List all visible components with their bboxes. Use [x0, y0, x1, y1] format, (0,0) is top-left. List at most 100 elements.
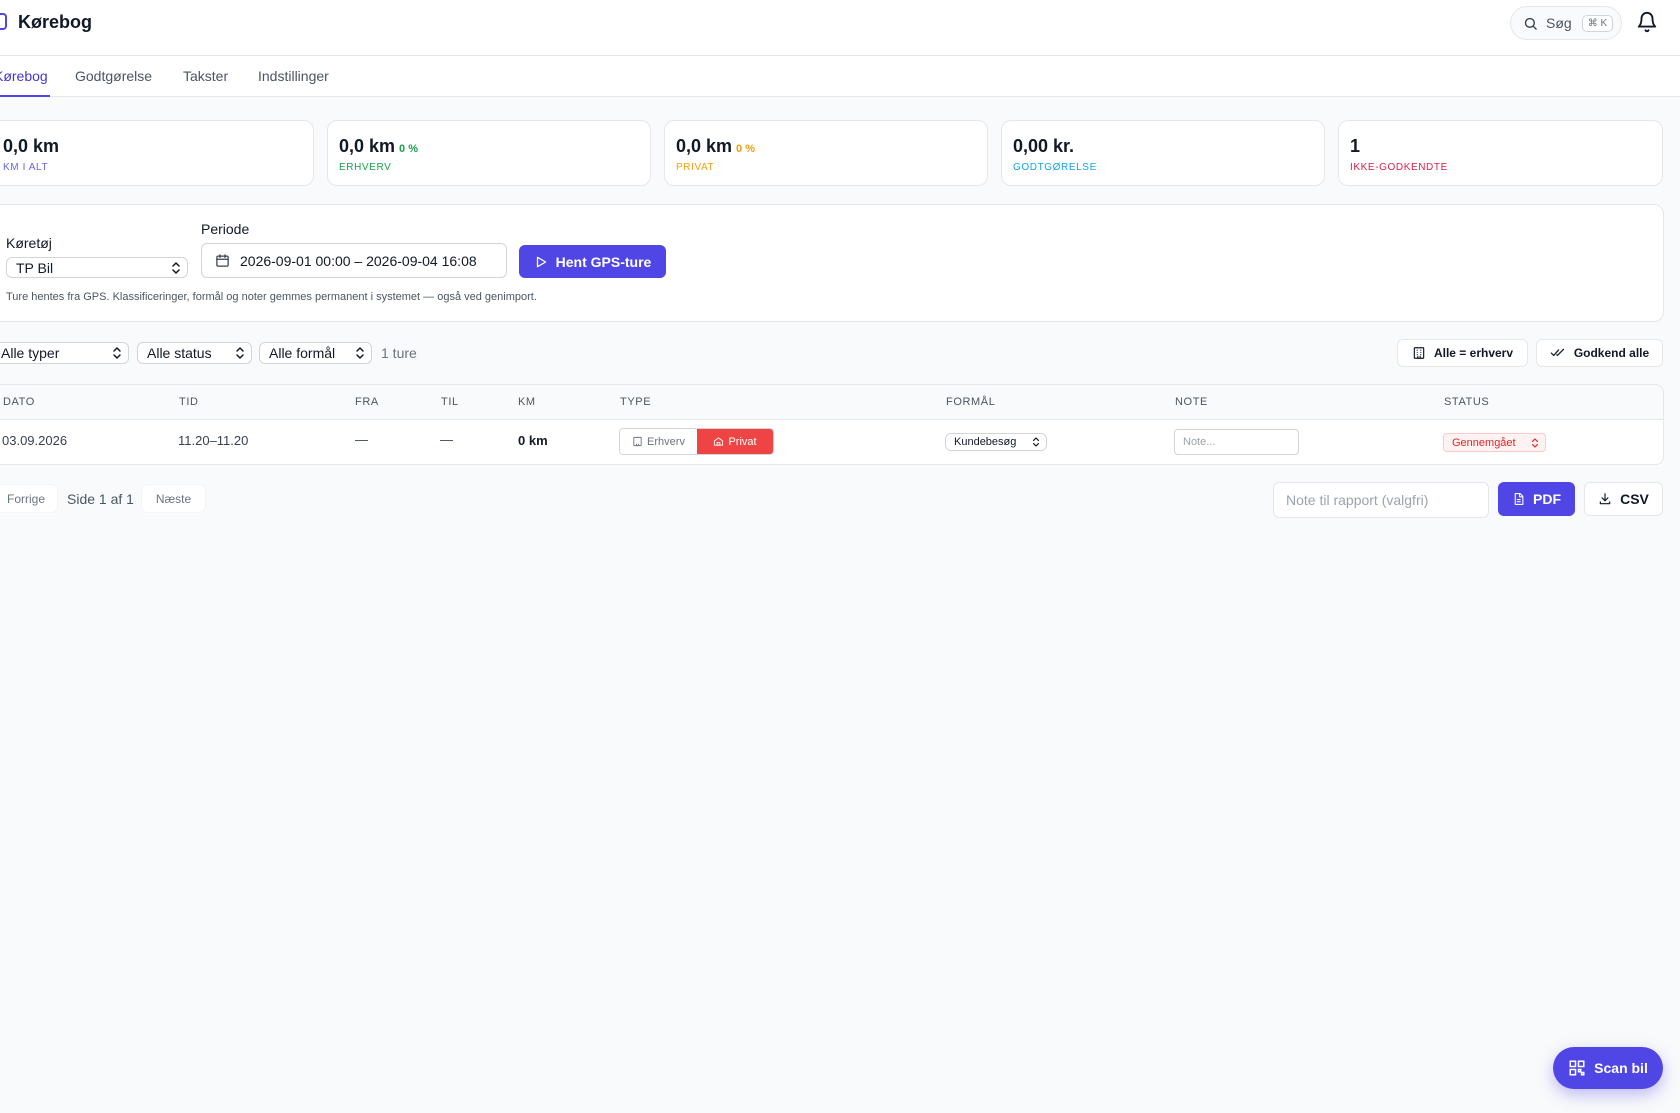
- trip-count: 1 ture: [381, 345, 417, 361]
- stat-label: IKKE-GODKENDTE: [1350, 162, 1448, 173]
- export-pdf-button[interactable]: PDF: [1498, 482, 1575, 516]
- status-select[interactable]: Gennemgået: [1443, 433, 1546, 452]
- export-csv-button[interactable]: CSV: [1584, 482, 1663, 516]
- stat-value: 0,0 km: [3, 136, 60, 156]
- scan-vehicle-button[interactable]: Scan bil: [1553, 1047, 1663, 1089]
- tab-bar: Kørebog Godtgørelse Takster Indstillinge…: [0, 56, 1680, 97]
- chevron-up-down-icon: [1532, 438, 1538, 448]
- column-header-date: DATO: [3, 396, 35, 408]
- play-icon: [536, 256, 546, 267]
- all-business-button[interactable]: Alle = erhverv: [1397, 339, 1528, 367]
- stat-label: GODTGØRELSE: [1013, 162, 1097, 173]
- type-privat-label: Privat: [728, 435, 757, 448]
- trips-table: DATO TID FRA TIL KM TYPE FORMÅL NOTE STA…: [0, 384, 1664, 465]
- column-header-time: TID: [179, 396, 199, 408]
- type-filter-value: Alle typer: [1, 345, 60, 361]
- stat-label: ERHVERV: [339, 162, 392, 173]
- stat-label: PRIVAT: [676, 162, 715, 173]
- calendar-icon: [216, 254, 229, 267]
- chevron-up-down-icon: [1033, 437, 1039, 447]
- page-indicator: Side 1 af 1: [67, 491, 134, 507]
- home-icon: [714, 437, 724, 446]
- trip-type-toggle: Erhverv Privat: [619, 428, 774, 455]
- period-label: Periode: [201, 221, 250, 237]
- tab-godtgorelse[interactable]: Godtgørelse: [75, 68, 152, 84]
- purpose-filter-value: Alle formål: [269, 345, 336, 361]
- vehicle-label: Køretøj: [6, 235, 52, 251]
- cell-time: 11.20–11.20: [178, 433, 249, 448]
- building-icon: [1413, 347, 1425, 359]
- cell-to: —: [440, 432, 453, 447]
- column-header-status: STATUS: [1444, 396, 1490, 408]
- stat-card-privat: 0,0 km 0 % PRIVAT: [664, 120, 988, 186]
- stat-value: 1: [1350, 136, 1361, 156]
- stat-value: 0,0 km 0 %: [339, 136, 419, 156]
- column-header-km: KM: [518, 396, 536, 408]
- previous-page-button[interactable]: Forrige: [0, 484, 58, 513]
- import-hint: Ture hentes fra GPS. Klassificeringer, f…: [6, 291, 537, 303]
- fetch-gps-trips-label: Hent GPS-ture: [555, 253, 652, 270]
- tab-indstillinger[interactable]: Indstillinger: [258, 68, 329, 84]
- status-filter-select[interactable]: Alle status: [137, 342, 252, 364]
- vehicle-select[interactable]: TP Bil: [6, 257, 188, 278]
- cell-from: —: [355, 432, 368, 447]
- all-business-label: Alle = erhverv: [1433, 346, 1514, 360]
- app-title: Kørebog: [18, 12, 92, 32]
- active-tab-indicator: [0, 95, 50, 97]
- stat-card-erhverv: 0,0 km 0 % ERHVERV: [327, 120, 651, 186]
- fetch-gps-trips-button[interactable]: Hent GPS-ture: [519, 245, 666, 278]
- type-privat-option[interactable]: Privat: [697, 429, 773, 454]
- type-filter-select[interactable]: Alle typer: [0, 342, 129, 364]
- purpose-value: Kundebesøg: [954, 436, 1017, 448]
- next-page-button[interactable]: Næste: [141, 484, 206, 513]
- period-value: 2026-09-01 00:00 – 2026-09-04 16:08: [240, 252, 477, 269]
- stat-percent: 0 %: [399, 143, 419, 155]
- cell-date: 03.09.2026: [2, 433, 68, 448]
- stat-value: 0,00 kr.: [1013, 136, 1075, 156]
- chevron-up-down-icon: [172, 261, 180, 274]
- status-value: Gennemgået: [1452, 436, 1516, 449]
- bell-icon[interactable]: [1636, 11, 1658, 33]
- column-header-from: FRA: [355, 396, 379, 408]
- report-note-input[interactable]: [1273, 482, 1489, 518]
- download-icon: [1599, 493, 1611, 505]
- qr-code-icon: [1569, 1060, 1585, 1076]
- search-label: Søg: [1546, 15, 1572, 31]
- document-icon: [1514, 493, 1524, 505]
- column-header-purpose: FORMÅL: [946, 396, 996, 408]
- period-date-range[interactable]: 2026-09-01 00:00 – 2026-09-04 16:08: [201, 243, 507, 278]
- type-erhverv-label: Erhverv: [647, 435, 685, 448]
- search-icon: [1524, 17, 1537, 30]
- logo-icon: [0, 13, 7, 30]
- export-csv-label: CSV: [1620, 491, 1649, 507]
- purpose-filter-select[interactable]: Alle formål: [259, 342, 372, 364]
- vehicle-select-value: TP Bil: [16, 259, 54, 276]
- stat-percent: 0 %: [736, 143, 756, 155]
- chevron-up-down-icon: [356, 347, 364, 359]
- trip-note-input[interactable]: [1174, 429, 1299, 455]
- approve-all-button[interactable]: Godkend alle: [1536, 339, 1663, 367]
- scan-vehicle-label: Scan bil: [1594, 1060, 1648, 1076]
- column-header-note: NOTE: [1175, 396, 1208, 408]
- stat-value: 0,0 km 0 %: [676, 136, 756, 156]
- type-erhverv-option[interactable]: Erhverv: [620, 429, 697, 454]
- tab-korebog[interactable]: Kørebog: [0, 68, 48, 84]
- stat-card-total-km: 0,0 km KM I ALT: [0, 120, 314, 186]
- top-bar: Kørebog Søg ⌘ K: [0, 0, 1680, 56]
- cell-km: 0 km: [518, 433, 548, 448]
- export-pdf-label: PDF: [1533, 491, 1561, 507]
- tab-takster[interactable]: Takster: [183, 68, 228, 84]
- status-filter-value: Alle status: [147, 345, 212, 361]
- table-header: DATO TID FRA TIL KM TYPE FORMÅL NOTE STA…: [0, 385, 1663, 420]
- stat-card-ikke-godkendte: 1 IKKE-GODKENDTE: [1338, 120, 1663, 186]
- chevron-up-down-icon: [113, 347, 121, 359]
- stat-label: KM I ALT: [3, 162, 49, 173]
- column-header-type: TYPE: [620, 396, 652, 408]
- search-button[interactable]: Søg ⌘ K: [1510, 6, 1622, 40]
- chevron-up-down-icon: [236, 347, 244, 359]
- column-header-to: TIL: [441, 396, 459, 408]
- stat-card-godtgorelse: 0,00 kr. GODTGØRELSE: [1001, 120, 1325, 186]
- purpose-select[interactable]: Kundebesøg: [945, 433, 1047, 451]
- search-shortcut: ⌘ K: [1581, 14, 1614, 32]
- approve-all-label: Godkend alle: [1573, 346, 1650, 360]
